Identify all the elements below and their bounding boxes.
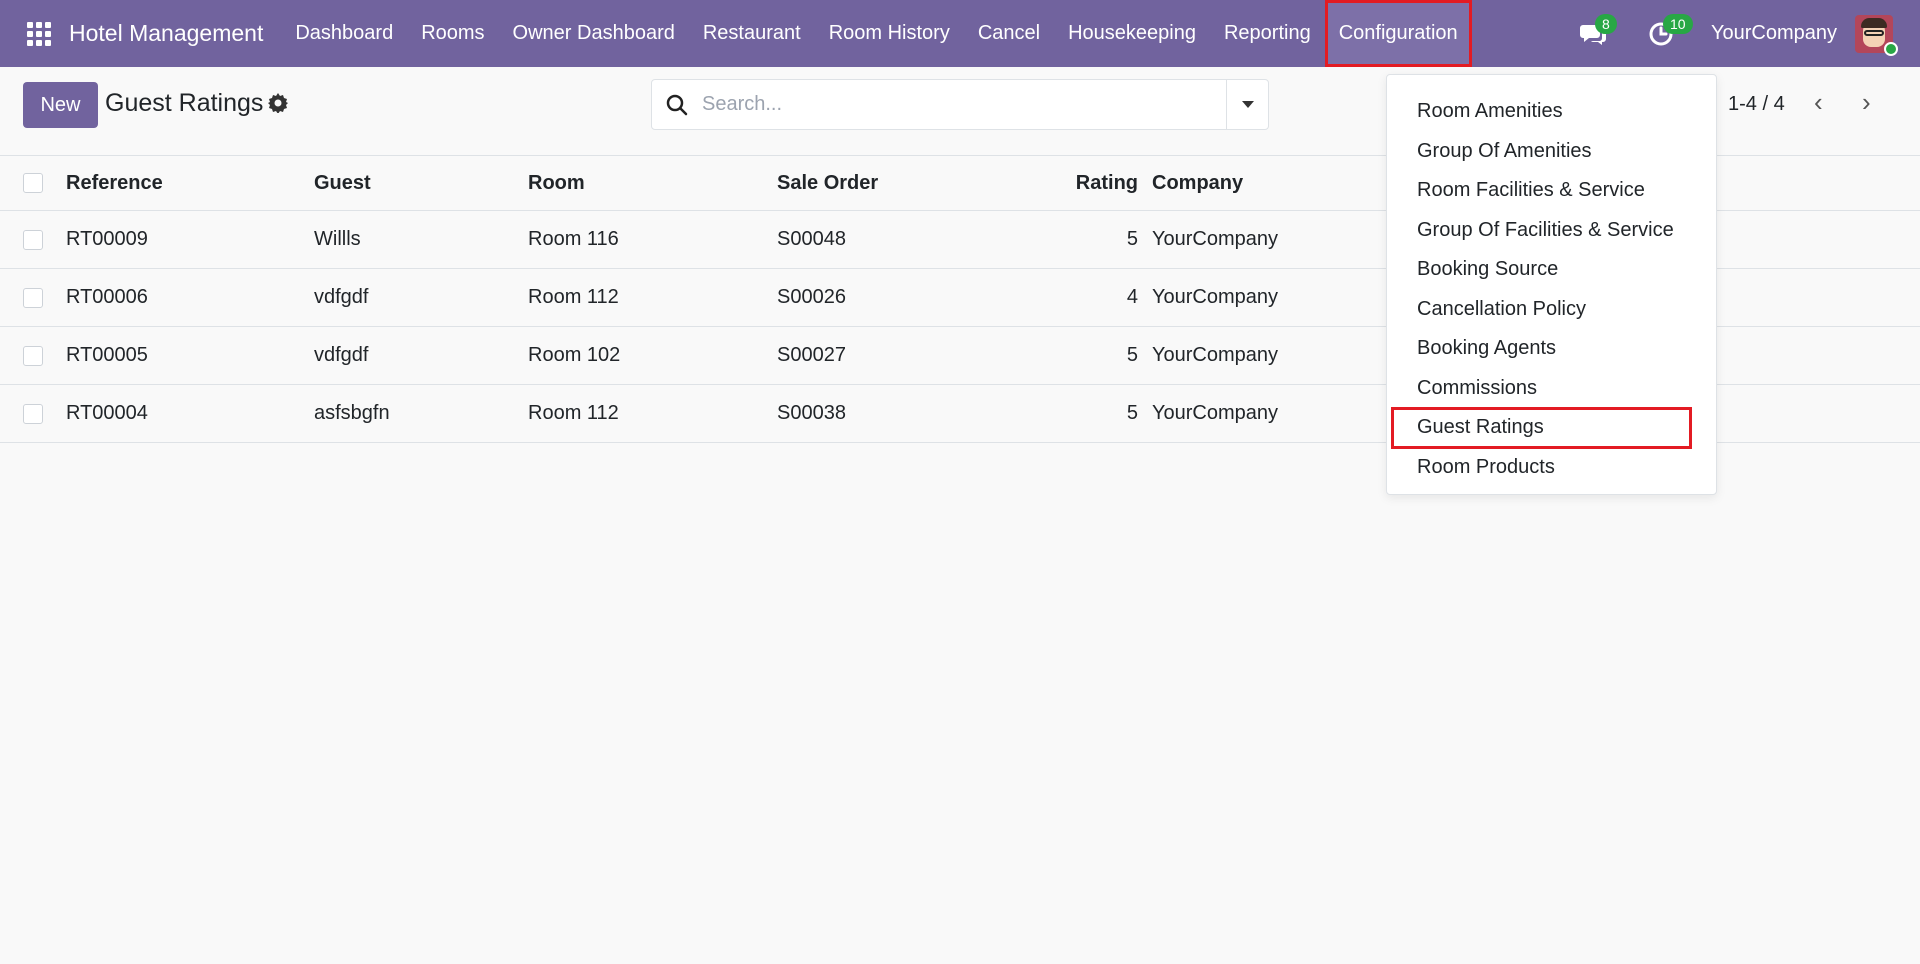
configuration-dropdown: Room Amenities Group Of Amenities Room F…: [1386, 74, 1717, 495]
main-menu: Dashboard Rooms Owner Dashboard Restaura…: [281, 0, 1472, 67]
column-header-sale-order[interactable]: Sale Order: [777, 156, 878, 210]
cell-reference: RT00005: [66, 344, 148, 366]
cell-sale-order: S00027: [777, 344, 846, 366]
online-status-icon: [1884, 41, 1898, 56]
dropdown-item-booking-agents[interactable]: Booking Agents: [1387, 329, 1716, 369]
column-header-rating[interactable]: Rating: [1000, 156, 1138, 210]
systray: 8 10 YourCompany: [1575, 0, 1920, 67]
cell-company: YourCompany: [1152, 228, 1279, 250]
apps-menu-icon[interactable]: [22, 17, 56, 51]
pager-next-icon[interactable]: ›: [1862, 89, 1871, 115]
app-title[interactable]: Hotel Management: [69, 20, 263, 47]
column-header-company[interactable]: Company: [1152, 156, 1243, 210]
select-all-checkbox[interactable]: [23, 173, 43, 193]
dropdown-item-guest-ratings[interactable]: Guest Ratings: [1391, 407, 1692, 449]
menu-restaurant[interactable]: Restaurant: [689, 0, 815, 67]
cell-room: Room 102: [528, 344, 621, 366]
new-button[interactable]: New: [23, 82, 98, 128]
menu-room-history[interactable]: Room History: [815, 0, 964, 67]
caret-down-icon: [1241, 101, 1254, 108]
menu-configuration[interactable]: Configuration: [1324, 0, 1472, 67]
cell-reference: RT00009: [66, 228, 148, 250]
user-avatar[interactable]: [1855, 14, 1898, 56]
cell-guest: vdfgdf: [314, 344, 369, 366]
dropdown-item-commissions[interactable]: Commissions: [1387, 369, 1716, 409]
cell-reference: RT00004: [66, 402, 148, 424]
pager-previous-icon[interactable]: ‹: [1814, 89, 1823, 115]
cell-company: YourCompany: [1152, 344, 1279, 366]
menu-rooms[interactable]: Rooms: [407, 0, 498, 67]
menu-cancel[interactable]: Cancel: [964, 0, 1054, 67]
cell-room: Room 116: [528, 228, 619, 250]
dropdown-item-group-of-facilities-service[interactable]: Group Of Facilities & Service: [1387, 211, 1716, 251]
search-options-toggle[interactable]: [1226, 80, 1268, 129]
cell-room: Room 112: [528, 402, 619, 424]
pager-value[interactable]: 1-4 / 4: [1728, 93, 1785, 116]
messages-button[interactable]: 8: [1575, 13, 1617, 52]
dropdown-item-group-of-amenities[interactable]: Group Of Amenities: [1387, 132, 1716, 172]
cell-guest: asfsbgfn: [314, 402, 390, 424]
column-header-room[interactable]: Room: [528, 156, 585, 210]
row-checkbox[interactable]: [23, 229, 43, 250]
dropdown-item-room-products[interactable]: Room Products: [1387, 448, 1716, 488]
cell-rating: 5: [1126, 402, 1138, 424]
dropdown-item-room-amenities[interactable]: Room Amenities: [1387, 92, 1716, 132]
cell-rating: 5: [1126, 344, 1138, 366]
activities-button[interactable]: 10: [1643, 13, 1693, 52]
page-title: Guest Ratings: [105, 89, 264, 117]
row-checkbox[interactable]: [23, 403, 43, 424]
cell-reference: RT00006: [66, 286, 148, 308]
cell-guest: Willls: [314, 228, 361, 250]
activities-count-badge: 10: [1662, 13, 1693, 34]
dropdown-item-cancellation-policy[interactable]: Cancellation Policy: [1387, 290, 1716, 330]
search-icon: [652, 94, 702, 116]
row-checkbox[interactable]: [23, 287, 43, 308]
cell-sale-order: S00026: [777, 286, 846, 308]
cell-rating: 4: [1126, 286, 1138, 308]
cell-guest: vdfgdf: [314, 286, 369, 308]
column-header-guest[interactable]: Guest: [314, 156, 371, 210]
cell-company: YourCompany: [1152, 402, 1279, 424]
cell-company: YourCompany: [1152, 286, 1279, 308]
cell-room: Room 112: [528, 286, 619, 308]
messages-count-badge: 8: [1594, 13, 1617, 34]
column-header-reference[interactable]: Reference: [66, 156, 163, 210]
search-input[interactable]: [702, 80, 1226, 129]
gear-icon[interactable]: [268, 93, 288, 119]
search-bar: [651, 79, 1269, 130]
cell-rating: 5: [1126, 228, 1138, 250]
row-checkbox[interactable]: [23, 345, 43, 366]
cell-sale-order: S00048: [777, 228, 846, 250]
menu-housekeeping[interactable]: Housekeeping: [1054, 0, 1210, 67]
cell-sale-order: S00038: [777, 402, 846, 424]
menu-owner-dashboard[interactable]: Owner Dashboard: [499, 0, 689, 67]
dropdown-item-room-facilities-service[interactable]: Room Facilities & Service: [1387, 171, 1716, 211]
dropdown-item-booking-source[interactable]: Booking Source: [1387, 250, 1716, 290]
company-switcher[interactable]: YourCompany: [1711, 22, 1837, 45]
menu-dashboard[interactable]: Dashboard: [281, 0, 407, 67]
menu-reporting[interactable]: Reporting: [1210, 0, 1325, 67]
top-navbar: Hotel Management Dashboard Rooms Owner D…: [0, 0, 1920, 67]
